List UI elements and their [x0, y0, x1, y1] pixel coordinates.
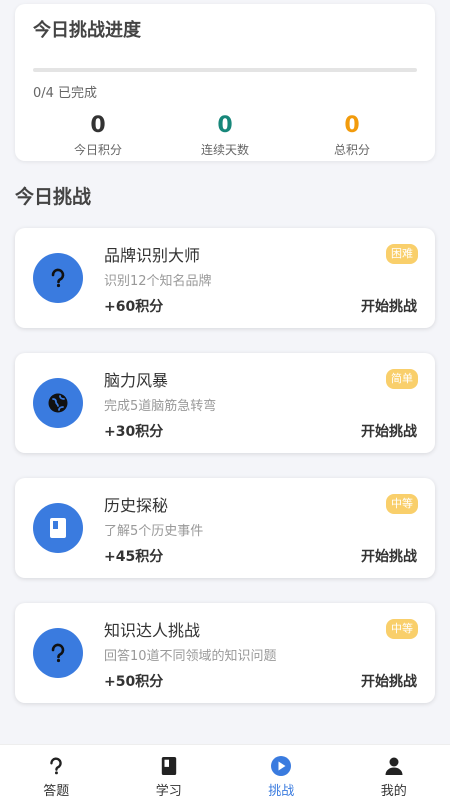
- challenge-card-knowledge[interactable]: 知识达人挑战 回答10道不同领域的知识问题 +50积分 开始挑战 中等: [15, 603, 435, 703]
- progress-completed-text: 0/4 已完成: [33, 86, 98, 101]
- stat-label: 连续天数: [200, 143, 249, 157]
- stat-label: 总积分: [333, 143, 370, 157]
- difficulty-badge: 困难: [386, 244, 418, 264]
- start-challenge-button[interactable]: 开始挑战: [361, 671, 417, 691]
- start-challenge-button[interactable]: 开始挑战: [361, 421, 417, 441]
- challenge-points: +50积分: [104, 674, 164, 690]
- progress-title: 今日挑战进度: [33, 20, 141, 41]
- tab-label: 挑战: [268, 784, 295, 799]
- tab-profile[interactable]: 我的: [338, 745, 450, 800]
- stat-streak-days: 0 连续天数: [180, 113, 270, 158]
- stat-value: 0: [344, 113, 360, 138]
- challenge-desc: 了解5个历史事件: [104, 524, 204, 539]
- challenge-desc: 识别12个知名品牌: [104, 274, 212, 289]
- challenge-name: 品牌识别大师: [104, 246, 201, 265]
- stats-row: 0 今日积分 0 连续天数 0 总积分: [33, 113, 417, 158]
- section-title: 今日挑战: [15, 186, 92, 208]
- start-challenge-button[interactable]: 开始挑战: [361, 546, 417, 566]
- challenge-card-history[interactable]: 历史探秘 了解5个历史事件 +45积分 开始挑战 中等: [15, 478, 435, 578]
- play-icon: [270, 755, 292, 777]
- challenge-name: 知识达人挑战: [104, 621, 201, 640]
- start-challenge-button[interactable]: 开始挑战: [361, 296, 417, 316]
- user-icon: [383, 755, 405, 777]
- tab-study[interactable]: 学习: [113, 745, 226, 800]
- tab-label: 答题: [43, 784, 70, 799]
- tab-answer[interactable]: 答题: [0, 745, 113, 800]
- challenge-name: 脑力风暴: [104, 371, 169, 390]
- difficulty-badge: 中等: [386, 494, 418, 514]
- bottom-tab-bar: 答题 学习 挑战 我的: [0, 744, 450, 800]
- difficulty-badge: 简单: [386, 369, 418, 389]
- challenge-desc: 完成5道脑筋急转弯: [104, 399, 217, 414]
- stat-value: 0: [217, 113, 233, 138]
- stat-label: 今日积分: [73, 143, 122, 157]
- difficulty-badge: 中等: [386, 619, 418, 639]
- challenge-desc: 回答10道不同领域的知识问题: [104, 649, 277, 664]
- stat-total-points: 0 总积分: [307, 113, 397, 158]
- question-icon: [45, 755, 67, 777]
- challenge-points: +45积分: [104, 549, 164, 565]
- book-icon: [158, 755, 180, 777]
- challenge-name: 历史探秘: [104, 496, 169, 515]
- stat-today-points: 0 今日积分: [53, 113, 143, 158]
- book-icon: [33, 503, 83, 553]
- globe-icon: [33, 378, 83, 428]
- challenge-card-brand[interactable]: 品牌识别大师 识别12个知名品牌 +60积分 开始挑战 困难: [15, 228, 435, 328]
- challenge-points: +60积分: [104, 299, 164, 315]
- question-icon: [33, 628, 83, 678]
- tab-label: 我的: [380, 784, 407, 799]
- challenge-points: +30积分: [104, 424, 164, 440]
- tab-label: 学习: [155, 784, 182, 799]
- stat-value: 0: [90, 113, 106, 138]
- progress-bar: [33, 68, 417, 72]
- tab-challenge[interactable]: 挑战: [225, 745, 338, 800]
- progress-card: 今日挑战进度 0/4 已完成 0 今日积分 0 连续天数 0 总积分: [15, 4, 435, 161]
- question-icon: [33, 253, 83, 303]
- challenge-card-brainstorm[interactable]: 脑力风暴 完成5道脑筋急转弯 +30积分 开始挑战 简单: [15, 353, 435, 453]
